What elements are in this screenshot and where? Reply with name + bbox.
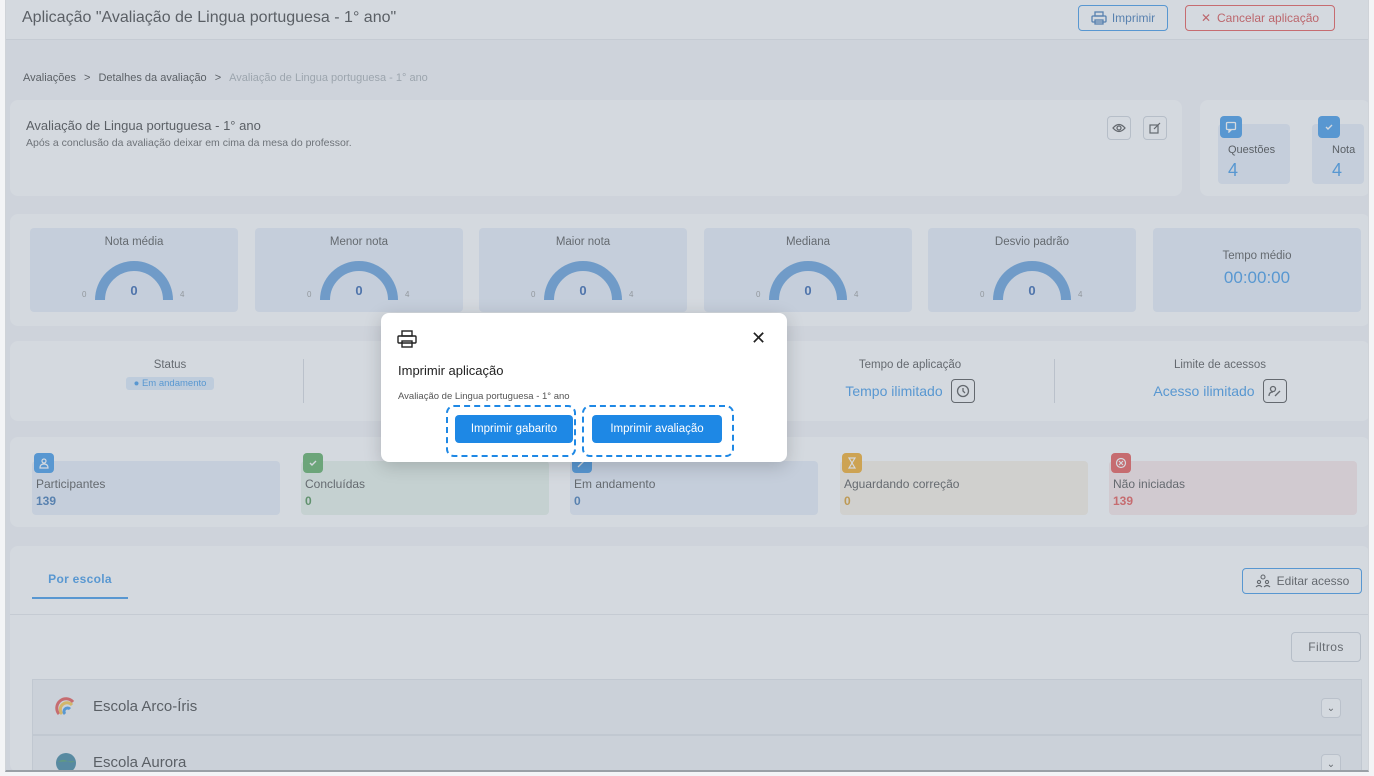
printer-icon (397, 330, 417, 348)
app-frame: Aplicação "Avaliação de Lingua portugues… (5, 0, 1369, 772)
print-answer-key-button[interactable]: Imprimir gabarito (455, 415, 573, 443)
print-assessment-button[interactable]: Imprimir avaliação (592, 415, 722, 443)
print-dialog: ✕ Imprimir aplicação Avaliação de Lingua… (381, 313, 787, 462)
dialog-title: Imprimir aplicação (398, 363, 504, 378)
close-icon[interactable]: ✕ (751, 329, 766, 347)
dialog-subtitle: Avaliação de Lingua portuguesa - 1° ano (398, 391, 570, 402)
